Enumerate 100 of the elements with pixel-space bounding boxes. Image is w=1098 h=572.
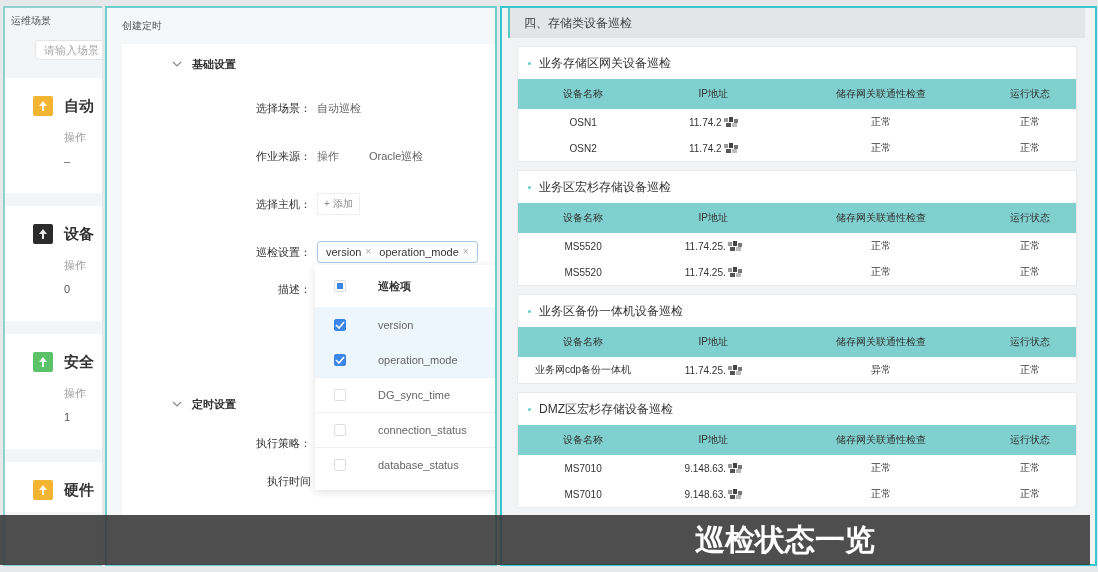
option-label: version	[378, 319, 414, 331]
section-title: 定时设置	[192, 396, 236, 412]
column-header: 巡检项	[378, 278, 411, 294]
card-title: 业务区宏杉存储设备巡检	[539, 178, 671, 196]
scene-title: 硬件	[64, 480, 94, 500]
redaction-mark	[723, 117, 738, 127]
table-cell: 正常	[870, 141, 891, 155]
scene-title: 安全	[64, 352, 94, 372]
panel-title: 创建定时	[121, 19, 163, 33]
column-header: 储存网关联通性检查	[834, 335, 927, 349]
table-cell: 11.74.2	[688, 142, 722, 154]
field-value: Oracle巡检	[369, 148, 424, 164]
caption-text: 巡检状态一览	[695, 521, 875, 558]
card-title: 业务区备份一体机设备巡检	[539, 302, 683, 320]
column-header: 储存网关联通性检查	[834, 433, 927, 447]
add-button[interactable]: + 添加	[317, 193, 360, 215]
table-cell: 正常	[870, 487, 891, 501]
option-row[interactable]: operation_mode	[315, 342, 495, 377]
table-cell: 正常	[1019, 115, 1040, 129]
tag-label: operation_mode	[379, 246, 459, 258]
table-cell: 9.148.63.	[684, 462, 727, 474]
table-cell: 11.74.25.	[684, 240, 726, 252]
option-row[interactable]: version	[315, 307, 495, 342]
table-cell: OSN2	[569, 142, 597, 154]
field-label: 操作	[64, 258, 87, 273]
table-cell: 9.148.63.	[684, 488, 727, 500]
column-header: IP地址	[697, 433, 729, 447]
table-cell: 异常	[870, 363, 891, 377]
field-label: 执行策略：	[255, 435, 311, 451]
table-cell: 正常	[1019, 461, 1040, 475]
column-header: 运行状态	[1008, 87, 1051, 101]
card-title: DMZ区宏杉存储设备巡检	[539, 400, 673, 418]
table-cell: 11.74.25.	[684, 266, 726, 278]
redaction-mark	[728, 489, 743, 499]
column-header: 运行状态	[1008, 211, 1051, 225]
column-header: 设备名称	[562, 211, 605, 225]
table-cell: OSN1	[569, 116, 597, 128]
redaction-mark	[728, 463, 743, 473]
column-header: 储存网关联通性检查	[834, 87, 927, 101]
table-cell: MS7010	[564, 488, 602, 500]
column-header: 设备名称	[562, 433, 605, 447]
column-header: IP地址	[697, 335, 729, 349]
panel-title: 运维场景	[10, 14, 52, 28]
option-label: operation_mode	[378, 354, 458, 366]
table-cell: 正常	[870, 265, 891, 279]
table-cell: 11.74.25.	[684, 364, 726, 376]
scene-card[interactable]: 设备 操作 0	[5, 206, 102, 321]
field-label: 操作	[64, 130, 87, 145]
redaction-mark	[727, 365, 742, 375]
bullet-icon	[528, 407, 531, 411]
search-field[interactable]: 请输入场景	[35, 40, 102, 60]
table-cell: 正常	[870, 115, 891, 129]
column-header: 运行状态	[1008, 433, 1051, 447]
table-cell: 业务网cdp备份一体机	[535, 363, 632, 377]
field-value: –	[64, 155, 72, 167]
column-header: 运行状态	[1008, 335, 1051, 349]
column-header: 设备名称	[562, 335, 605, 349]
table-cell: 正常	[1019, 265, 1040, 279]
chevron-icon[interactable]	[172, 401, 182, 407]
card-title: 业务存储区网关设备巡检	[539, 54, 671, 72]
field-label: 巡检设置：	[255, 244, 311, 260]
table-cell: 正常	[1019, 141, 1040, 155]
field-label: 操作	[64, 386, 87, 401]
table-cell: 正常	[1019, 363, 1040, 377]
field-value: 自动巡检	[317, 100, 361, 116]
option-label: database_status	[378, 459, 459, 471]
field-label: 描述：	[277, 281, 311, 297]
option-label: connection_status	[378, 424, 467, 436]
field-label: 执行时间	[266, 473, 311, 489]
field-label: 选择主机：	[255, 196, 311, 212]
table-cell: MS5520	[564, 240, 602, 252]
column-header: 设备名称	[562, 87, 605, 101]
scene-card[interactable]: 硬件	[5, 462, 102, 512]
chevron-icon[interactable]	[172, 61, 182, 67]
column-header: IP地址	[697, 211, 729, 225]
table-cell: 正常	[870, 239, 891, 253]
field-value: 0	[64, 283, 72, 295]
table-cell: 正常	[870, 461, 891, 475]
field-label: 作业来源：	[255, 148, 311, 164]
bullet-icon	[528, 185, 531, 189]
column-header: IP地址	[697, 87, 729, 101]
scene-title: 设备	[64, 224, 94, 244]
table-cell: MS5520	[564, 266, 602, 278]
scene-title: 自动	[64, 96, 94, 116]
table-cell: 正常	[1019, 239, 1040, 253]
field-value: 操作	[317, 148, 339, 164]
section-header: 四、存储类设备巡检	[508, 8, 1085, 38]
bullet-icon	[528, 61, 531, 65]
section-title: 基础设置	[192, 56, 236, 72]
table-cell: 正常	[1019, 487, 1040, 501]
checkbox[interactable]	[334, 319, 346, 331]
table-cell: MS7010	[564, 462, 602, 474]
field-value: 1	[64, 411, 72, 423]
redaction-mark	[727, 241, 742, 251]
table-cell: 11.74.2	[688, 116, 722, 128]
tag-label: version	[326, 246, 362, 258]
redaction-mark	[723, 143, 738, 153]
scene-card[interactable]: 安全 操作 1	[5, 334, 102, 449]
scene-card[interactable]: 自动 操作 –	[5, 78, 102, 193]
checkbox[interactable]	[334, 354, 346, 366]
